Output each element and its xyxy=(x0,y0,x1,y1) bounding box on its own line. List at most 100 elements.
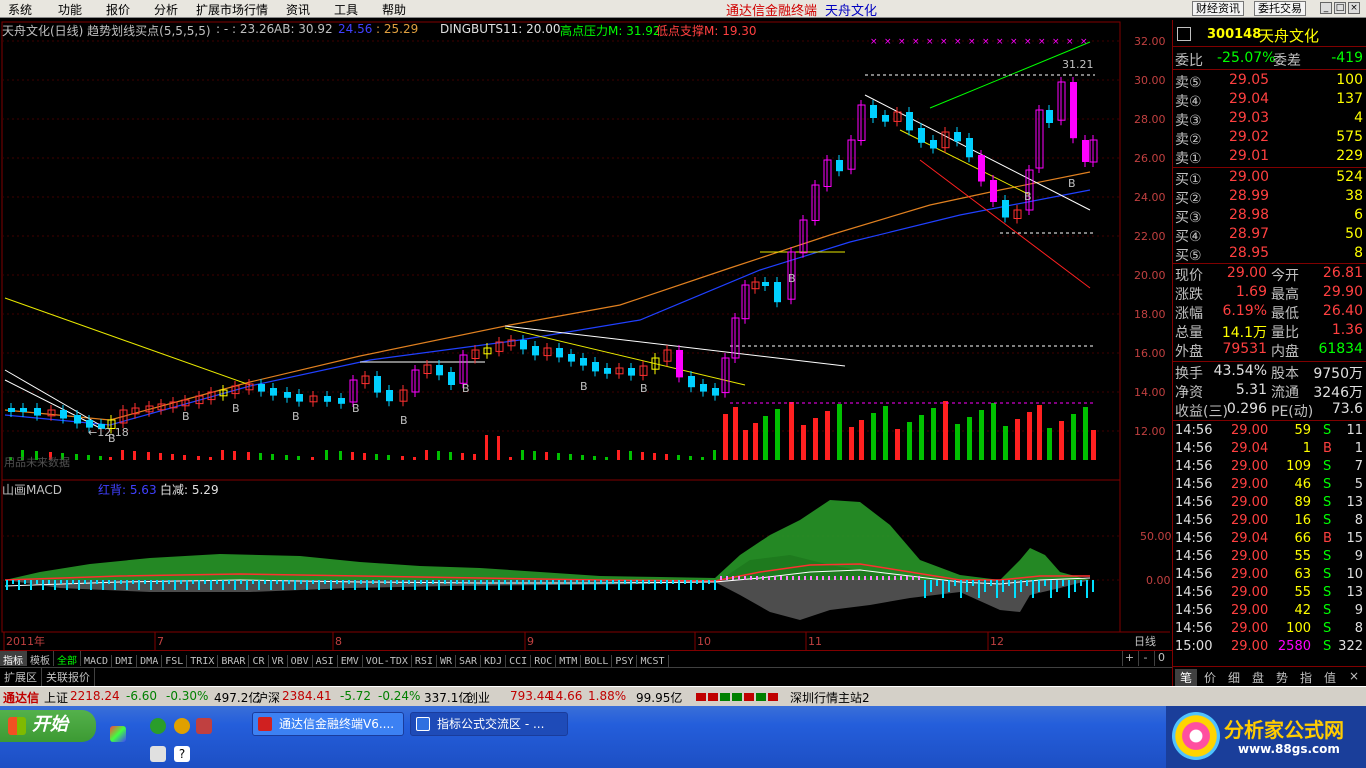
quote-tab[interactable]: 笔 xyxy=(1175,669,1197,686)
keyboard-icon[interactable] xyxy=(150,746,166,762)
menu-quote[interactable]: 报价 xyxy=(106,1,130,18)
menu-news[interactable]: 资讯 xyxy=(286,1,310,18)
finance-news-button[interactable]: 财经资讯 xyxy=(1192,1,1244,16)
maximize-button[interactable]: □ xyxy=(1334,2,1346,14)
volume-bar xyxy=(497,436,500,460)
quote-tab[interactable]: 价 xyxy=(1199,669,1221,686)
sell-row[interactable]: 卖③ 29.03 4 xyxy=(1173,109,1366,129)
sell-row[interactable]: 卖① 29.01 229 xyxy=(1173,147,1366,167)
tab-all[interactable]: 全部 xyxy=(54,651,81,667)
menu-tools[interactable]: 工具 xyxy=(334,1,358,18)
buy-row[interactable]: 买① 29.00 524 xyxy=(1173,168,1366,188)
taskbar-tdx[interactable]: 通达信金融终端V6.... xyxy=(252,712,404,736)
macd-bar xyxy=(318,580,320,590)
cy-value: 793.44 xyxy=(510,689,552,703)
volume-bar xyxy=(955,424,960,460)
trade-button[interactable]: 委托交易 xyxy=(1254,1,1306,16)
macd-bar xyxy=(408,580,410,584)
buy-row[interactable]: 买④ 28.97 50 xyxy=(1173,225,1366,245)
volume-bar xyxy=(209,457,212,460)
volume-bar xyxy=(221,450,224,460)
quote-tab[interactable]: 细 xyxy=(1223,669,1245,686)
tab-extended-area[interactable]: 扩展区 xyxy=(0,668,42,686)
buy-label: 买⑤ xyxy=(1175,248,1202,264)
close-button[interactable]: × xyxy=(1348,2,1360,14)
macd-bar xyxy=(114,580,116,590)
macd-bar xyxy=(480,580,482,584)
candle-body xyxy=(882,115,889,122)
status-logo: 通达信 xyxy=(3,691,40,705)
macd-bar xyxy=(540,580,542,584)
buy-label: 买② xyxy=(1175,191,1202,207)
zoom-out-button[interactable]: - xyxy=(1138,651,1152,666)
macd-bar xyxy=(978,580,980,598)
menu-function[interactable]: 功能 xyxy=(58,1,82,18)
app-icon[interactable] xyxy=(196,718,212,734)
desktop-icon[interactable] xyxy=(110,726,126,742)
sell-row[interactable]: 卖④ 29.04 137 xyxy=(1173,90,1366,110)
time-tick-label: 2011年 xyxy=(6,634,45,648)
tick-price: 29.00 xyxy=(1231,567,1269,582)
tick-time: 14:56 xyxy=(1175,621,1213,636)
macd-bar xyxy=(768,576,770,580)
sell-row[interactable]: 卖⑤ 29.05 100 xyxy=(1173,71,1366,91)
hs-percent: -0.24% xyxy=(378,689,421,703)
help-icon[interactable]: ? xyxy=(174,746,190,762)
tab-template[interactable]: 模板 xyxy=(27,651,54,667)
stock-title: 天舟文化 xyxy=(825,4,878,19)
tab-related-quote[interactable]: 关联报价 xyxy=(42,668,95,686)
status-bar: 通达信 上证 2218.24 -6.60 -0.30% 497.2亿 沪深 23… xyxy=(0,686,1366,706)
trend-line-white-3 xyxy=(504,325,846,367)
buy-row[interactable]: 买② 28.99 38 xyxy=(1173,187,1366,207)
price-tick-label: 12.00 xyxy=(1134,425,1166,438)
minimize-button[interactable]: _ xyxy=(1320,2,1332,14)
buy-volume: 50 xyxy=(1345,226,1363,242)
tick-price: 29.00 xyxy=(1231,549,1269,564)
buy-row[interactable]: 买③ 28.98 6 xyxy=(1173,206,1366,226)
stat-label: 外盘 xyxy=(1175,344,1203,360)
candle-body xyxy=(296,394,303,402)
menu-system[interactable]: 系统 xyxy=(8,1,32,18)
macd-bar xyxy=(72,580,74,584)
stock-list-icon[interactable] xyxy=(1177,27,1191,41)
macd-bar xyxy=(450,580,452,590)
flower-logo-icon xyxy=(1172,712,1220,760)
macd-bar xyxy=(1032,580,1034,598)
tick-time: 14:56 xyxy=(1175,513,1213,528)
macd-bar xyxy=(324,580,326,584)
macd-bar xyxy=(1062,580,1064,586)
menu-extended-market[interactable]: 扩展市场行情 xyxy=(196,1,268,18)
quote-tab[interactable]: 势 xyxy=(1271,669,1293,686)
sell-label: 卖③ xyxy=(1175,113,1202,129)
macd-bar xyxy=(96,580,98,584)
tick-price: 29.00 xyxy=(1231,477,1269,492)
sell-row[interactable]: 卖② 29.02 575 xyxy=(1173,128,1366,148)
menu-analysis[interactable]: 分析 xyxy=(154,1,178,18)
quote-tab[interactable]: × xyxy=(1343,669,1365,683)
macd-bar xyxy=(870,576,872,580)
candle-body xyxy=(8,408,15,412)
zoom-in-button[interactable]: + xyxy=(1122,651,1136,666)
media-icon[interactable] xyxy=(174,718,190,734)
quote-tab[interactable]: 指 xyxy=(1295,669,1317,686)
volume-bar xyxy=(1091,430,1096,460)
tab-indicator[interactable]: 指标 xyxy=(0,651,27,667)
macd-bar xyxy=(942,580,944,598)
reset-button[interactable]: 0 xyxy=(1154,651,1168,666)
tick-direction: S xyxy=(1323,477,1332,492)
quote-tab[interactable]: 盘 xyxy=(1247,669,1269,686)
kline-chart-area[interactable]: × × × × × × × × × × × × × × × × BBBBBBBBBBBB 32.00 30.00… xyxy=(0,20,1172,652)
volume-bar xyxy=(339,451,342,460)
browser-icon[interactable] xyxy=(150,718,166,734)
macd-bar xyxy=(486,580,488,590)
menu-help[interactable]: 帮助 xyxy=(382,1,406,18)
sh-label: 上证 xyxy=(44,691,69,705)
tick-time: 14:56 xyxy=(1175,585,1213,600)
quote-tab[interactable]: 值 xyxy=(1319,669,1341,686)
buy-row[interactable]: 买⑤ 28.95 8 xyxy=(1173,244,1366,264)
candle-body xyxy=(676,350,683,378)
start-button[interactable]: 开始 xyxy=(0,710,96,742)
macd-bar xyxy=(834,576,836,580)
buy-volume: 6 xyxy=(1354,207,1363,223)
taskbar-forum[interactable]: 指标公式交流区 - ... xyxy=(410,712,568,736)
